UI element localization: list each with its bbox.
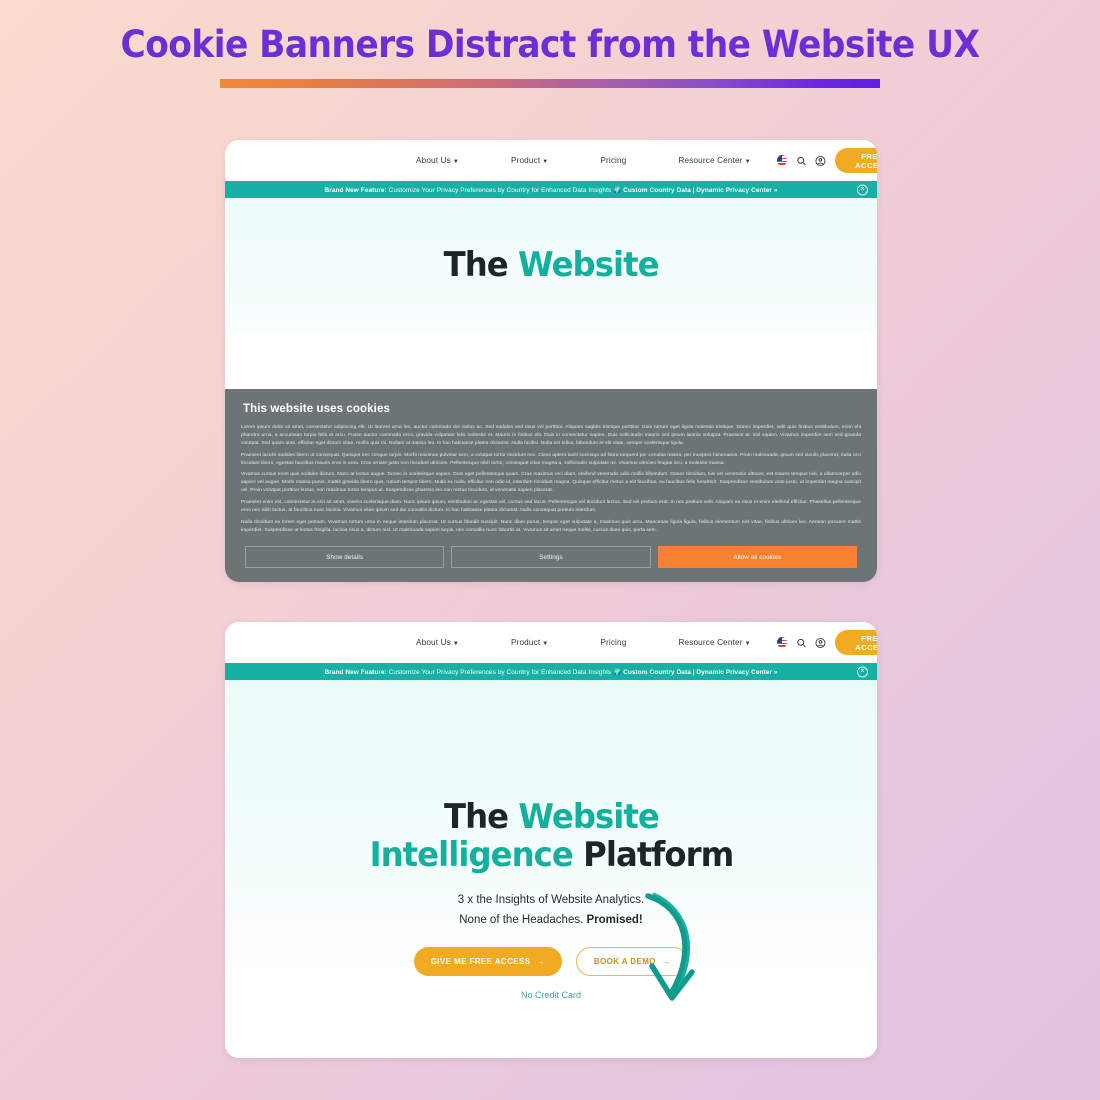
nav-item-about-us[interactable]: About Us ▼	[390, 638, 485, 647]
hero-section-panel-one: The Website	[225, 198, 877, 333]
cookie-paragraph: Praesent enim est, consectetur in orci s…	[241, 500, 861, 514]
cookie-paragraph: Lorem ipsum dolor sit amet, consectetur …	[241, 424, 861, 446]
book-a-demo-label: BOOK A DEMO	[593, 957, 656, 967]
nav-item-product-label: Product	[510, 156, 541, 165]
nav-item-product[interactable]: Product ▼	[485, 638, 574, 647]
flag-icon[interactable]	[776, 155, 787, 166]
announcement-body: Customize Your Privacy Preferences by Co…	[386, 668, 624, 676]
cookie-paragraph: Praesent iaculis sodales libero ut conse…	[241, 452, 861, 466]
announcement-links[interactable]: Custom Country Data | Dynamic Privacy Ce…	[623, 187, 777, 194]
nav-item-resource-center[interactable]: Resource Center ▼	[652, 638, 776, 647]
arrow-right-icon: →	[661, 957, 671, 967]
show-details-button[interactable]: Show details	[245, 546, 445, 568]
allow-all-cookies-button[interactable]: Allow all cookies	[657, 546, 857, 568]
site-navbar-bottom: About Us ▼ Product ▼ Pricing Resource Cent…	[225, 622, 877, 663]
free-access-button[interactable]: FREE ACCESS →	[835, 148, 877, 173]
hero-title-panel-two: The Website Intelligence Platform	[369, 797, 734, 876]
hero-cta-row: GIVE ME FREE ACCESS → BOOK A DEMO →	[413, 947, 689, 977]
no-credit-card-link[interactable]: No Credit Card	[521, 990, 581, 1000]
hero-subtitle-line-2: None of the Headaches.	[459, 914, 587, 927]
announcement-links[interactable]: Custom Country Data | Dynamic Privacy Ce…	[623, 669, 777, 676]
cookie-banner-buttons: Show details Settings Allow all cookies	[241, 546, 861, 568]
page-title: Cookie Banners Distract from the Website…	[120, 23, 981, 66]
page-root: Cookie Banners Distract from the Website…	[0, 0, 1100, 1100]
nav-item-resource-center[interactable]: Resource Center ▼	[652, 156, 776, 165]
nav-item-resource-center-label: Resource Center	[678, 156, 743, 165]
nav-item-pricing-label: Pricing	[600, 638, 627, 647]
hero-subtitle-promised: Promised!	[586, 914, 643, 927]
hero-title-dark: The	[443, 245, 518, 286]
give-me-free-access-label: GIVE ME FREE ACCESS	[430, 957, 531, 967]
nav-item-pricing-label: Pricing	[600, 156, 627, 165]
free-access-label: FREE ACCESS	[855, 151, 877, 170]
browser-panel-with-cookie-banner: About Us ▼ Product ▼ Pricing Resource Cent…	[225, 140, 877, 582]
nav-links-group: About Us ▼ Product ▼ Pricing Resource Cent…	[390, 638, 777, 647]
free-access-label: FREE ACCESS	[855, 633, 877, 652]
hero-title-teal-intelligence: Intelligence	[369, 835, 573, 876]
cookie-consent-banner: This website uses cookies Lorem ipsum do…	[225, 388, 877, 582]
search-icon[interactable]	[796, 155, 807, 167]
nav-item-about-us[interactable]: About Us ▼	[390, 156, 485, 165]
chevron-down-icon: ▼	[744, 641, 751, 647]
slide-title-block: Cookie Banners Distract from the Website…	[0, 23, 1100, 88]
close-glyph: ✕	[859, 668, 866, 675]
cookie-paragraph: Vivamus cursus enim quis sodales dictum.…	[241, 472, 861, 494]
hero-title-teal-website: Website	[517, 797, 659, 837]
hero-subtitle-line-1: 3 x the Insights of Website Analytics.	[457, 894, 645, 907]
hero-subtitle: 3 x the Insights of Website Analytics. N…	[458, 890, 644, 930]
nav-item-product[interactable]: Product ▼	[485, 156, 574, 165]
chevron-down-icon: ▼	[452, 641, 459, 647]
close-icon[interactable]: ✕	[857, 184, 868, 195]
nav-right-group: FREE ACCESS →	[776, 630, 877, 655]
announcement-lead: Brand New Feature:	[324, 186, 387, 194]
nav-item-about-us-label: About Us	[416, 156, 451, 165]
cookie-banner-body: Lorem ipsum dolor sit amet, consectetur …	[241, 424, 861, 535]
announcement-text: Brand New Feature: Customize Your Privac…	[325, 668, 778, 676]
chevron-down-icon: ▼	[542, 159, 549, 165]
hero-title-teal: Website	[517, 245, 659, 286]
close-glyph: ✕	[859, 186, 866, 193]
cookie-banner-title: This website uses cookies	[243, 402, 390, 415]
nav-right-group: FREE ACCESS →	[776, 148, 877, 173]
close-icon[interactable]: ✕	[857, 666, 868, 677]
flag-icon[interactable]	[776, 637, 787, 648]
chevron-down-icon: ▼	[452, 159, 459, 165]
book-a-demo-button[interactable]: BOOK A DEMO →	[575, 947, 689, 977]
arrow-right-icon: →	[536, 957, 545, 967]
search-icon[interactable]	[796, 637, 807, 649]
chevron-down-icon: ▼	[744, 159, 751, 165]
nav-item-pricing[interactable]: Pricing	[574, 156, 652, 165]
nav-item-pricing[interactable]: Pricing	[574, 638, 652, 647]
chevron-down-icon: ▼	[542, 641, 549, 647]
announcement-bar: Brand New Feature: Customize Your Privac…	[225, 181, 877, 198]
announcement-bar: Brand New Feature: Customize Your Privac…	[225, 663, 877, 680]
account-icon[interactable]	[815, 637, 826, 649]
hero-section-panel-two: The Website Intelligence Platform 3 x th…	[225, 680, 877, 1058]
hero-title-panel-one: The Website	[443, 245, 660, 286]
account-icon[interactable]	[815, 155, 826, 167]
nav-links-group: About Us ▼ Product ▼ Pricing Resource Cent…	[390, 156, 777, 165]
cookie-paragraph: Nulla tincidunt eu lorem eget pretium. V…	[241, 520, 861, 534]
free-access-button[interactable]: FREE ACCESS →	[835, 630, 877, 655]
nav-item-resource-center-label: Resource Center	[678, 638, 743, 647]
title-underline-bar	[220, 78, 880, 88]
hero-title-dark-the: The	[443, 797, 518, 837]
announcement-lead: Brand New Feature:	[324, 668, 387, 676]
nav-item-about-us-label: About Us	[416, 638, 451, 647]
site-navbar-top: About Us ▼ Product ▼ Pricing Resource Cent…	[225, 140, 877, 181]
browser-panel-clean-hero: About Us ▼ Product ▼ Pricing Resource Cent…	[225, 622, 877, 1058]
announcement-body: Customize Your Privacy Preferences by Co…	[386, 186, 624, 194]
give-me-free-access-button[interactable]: GIVE ME FREE ACCESS →	[413, 947, 562, 977]
nav-item-product-label: Product	[510, 638, 541, 647]
hero-title-dark-platform: Platform	[572, 835, 734, 876]
settings-button[interactable]: Settings	[451, 546, 651, 568]
announcement-text: Brand New Feature: Customize Your Privac…	[325, 186, 778, 194]
